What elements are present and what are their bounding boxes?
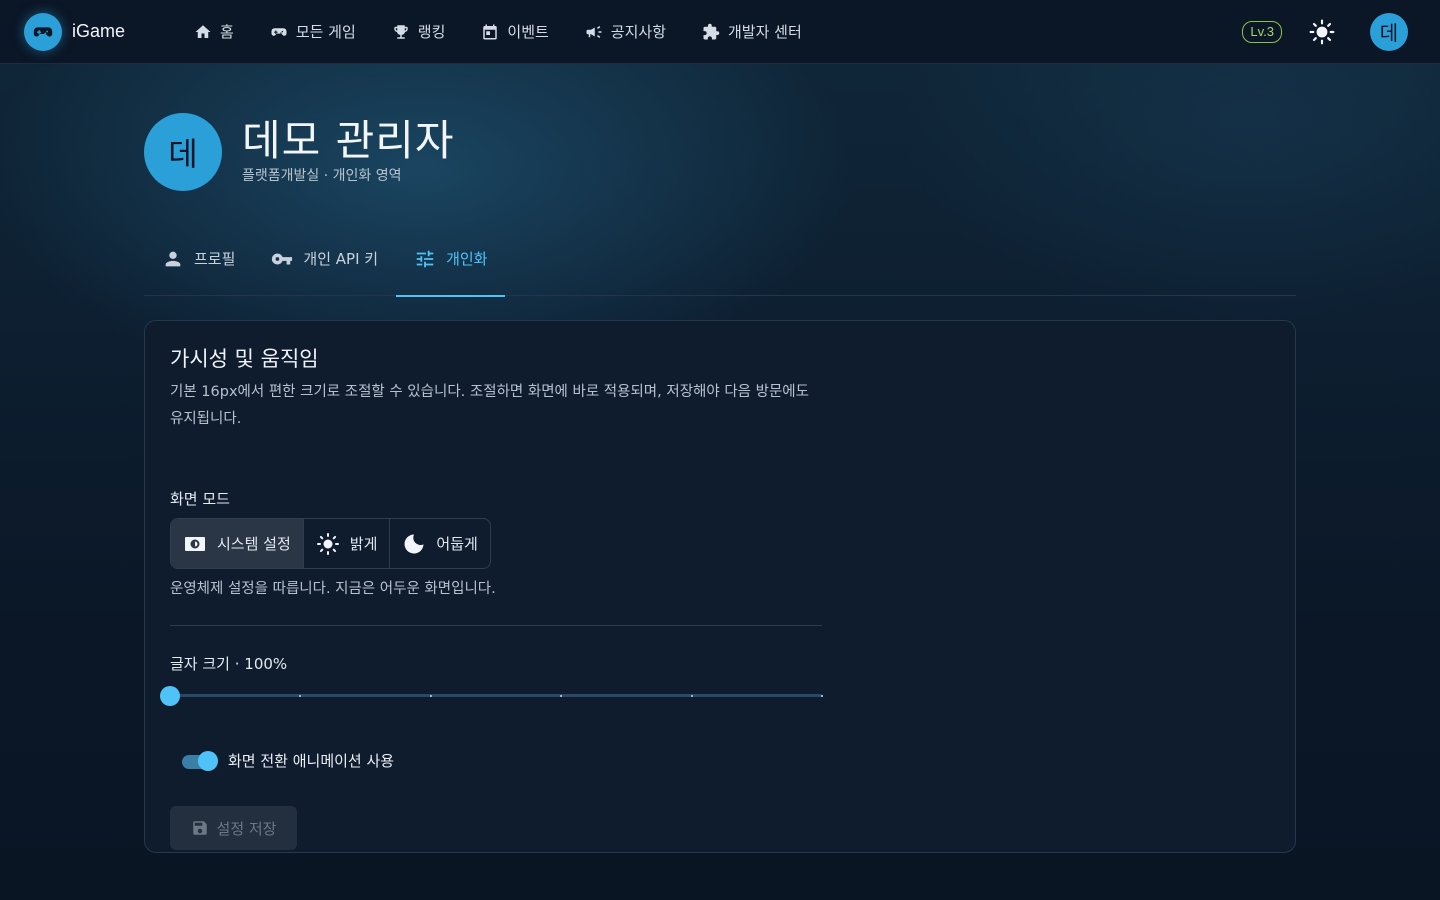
user-avatar-button[interactable]: 데 (1370, 12, 1408, 51)
nav-item-label: 홈 (220, 23, 234, 41)
puzzle-icon (703, 23, 720, 39)
tab-label: 개인 API 키 (303, 250, 379, 268)
nav-item-events[interactable]: 이벤트 (463, 12, 566, 52)
tab-personal-api-key[interactable]: 개인 API 키 (253, 222, 396, 296)
nav-item-label: 모든 게임 (295, 23, 356, 41)
personalization-card: 가시성 및 움직임 기본 16px에서 편한 크기로 조절할 수 있습니다. 조… (144, 320, 1296, 853)
profile-header-text: 데모 관리자 플랫폼개발실 · 개인화 영역 (242, 115, 455, 185)
tab-personalization[interactable]: 개인화 (396, 222, 506, 297)
slider-thumb[interactable] (160, 686, 180, 706)
screen-mode-selector: 시스템 설정 밝게 어둡게 (170, 518, 491, 569)
level-badge: Lv.3 (1242, 20, 1282, 43)
nav-right: Lv.3 데 (1242, 12, 1408, 51)
trophy-icon (394, 24, 408, 39)
top-navigation: iGame 홈 모든 게임 랭킹 이벤트 공지사항 개발자 센터 Lv.3 데 (0, 0, 1440, 64)
gamepad-icon (271, 27, 287, 36)
profile-header: 데 데모 관리자 플랫폼개발실 · 개인화 영역 (144, 113, 455, 191)
brightness-auto-icon (185, 536, 205, 551)
mode-option-label: 어둡게 (436, 535, 478, 553)
slider-tick (821, 695, 823, 697)
tab-profile[interactable]: 프로필 (144, 222, 253, 296)
section-title: 가시성 및 움직임 (170, 347, 319, 371)
nav-item-ranking[interactable]: 랭킹 (374, 12, 464, 52)
slider-tick (299, 695, 301, 697)
home-icon (195, 24, 211, 38)
nav-item-home[interactable]: 홈 (176, 12, 252, 52)
main-menu: 홈 모든 게임 랭킹 이벤트 공지사항 개발자 센터 (176, 12, 820, 52)
save-settings-button[interactable]: 설정 저장 (170, 806, 297, 850)
avatar: 데 (144, 113, 222, 191)
nav-item-all-games[interactable]: 모든 게임 (252, 12, 374, 52)
theme-toggle-button[interactable] (1308, 18, 1336, 46)
animation-toggle-label: 화면 전환 애니메이션 사용 (228, 752, 395, 770)
animation-toggle-row[interactable]: 화면 전환 애니메이션 사용 (180, 750, 394, 771)
page-subtitle: 플랫폼개발실 · 개인화 영역 (242, 168, 402, 184)
section-description: 기본 16px에서 편한 크기로 조절할 수 있습니다. 조절하면 화면에 바로… (170, 384, 809, 427)
slider-tick (430, 695, 432, 697)
settings-tabs: 프로필 개인 API 키 개인화 (144, 222, 1296, 297)
divider (170, 625, 822, 626)
tab-label: 개인화 (446, 250, 488, 268)
page-title: 데모 관리자 (242, 116, 455, 165)
card-content: 가시성 및 움직임 기본 16px에서 편한 크기로 조절할 수 있습니다. 조… (160, 343, 823, 850)
mode-option-dark[interactable]: 어둡게 (390, 519, 489, 568)
brand[interactable]: iGame (24, 12, 154, 51)
mode-option-system[interactable]: 시스템 설정 (171, 519, 304, 568)
screen-mode-label: 화면 모드 (170, 490, 230, 508)
nav-item-developer-center[interactable]: 개발자 센터 (684, 12, 820, 52)
nav-item-label: 공지사항 (610, 23, 666, 41)
nav-item-notices[interactable]: 공지사항 (567, 12, 684, 52)
save-icon (192, 821, 207, 835)
save-button-label: 설정 저장 (216, 819, 277, 838)
toggle-knob (198, 750, 218, 771)
mode-option-label: 밝게 (349, 535, 378, 553)
screen-mode-help: 운영체제 설정을 따릅니다. 지금은 어두운 화면입니다. (170, 581, 496, 597)
megaphone-icon (586, 25, 602, 38)
key-icon (272, 253, 293, 264)
slider-tick (560, 695, 562, 697)
font-size-slider[interactable] (160, 685, 823, 706)
tab-label: 프로필 (194, 250, 236, 268)
font-size-label: 글자 크기 · 100% (170, 655, 288, 673)
brand-name: iGame (72, 21, 126, 41)
nav-item-label: 개발자 센터 (728, 23, 802, 41)
sun-icon (1309, 19, 1335, 44)
nav-item-label: 이벤트 (507, 23, 549, 41)
slider-tick (691, 695, 693, 697)
animation-toggle-switch[interactable] (180, 750, 218, 771)
calendar-icon (483, 24, 498, 39)
nav-item-label: 랭킹 (417, 23, 446, 41)
moon-icon (404, 534, 424, 553)
mode-option-light[interactable]: 밝게 (304, 519, 391, 568)
slider-track (170, 694, 822, 697)
mode-option-label: 시스템 설정 (217, 535, 291, 553)
sun-icon (316, 532, 339, 555)
tune-icon (416, 250, 434, 267)
gamepad-icon (24, 12, 62, 51)
person-icon (165, 251, 181, 266)
